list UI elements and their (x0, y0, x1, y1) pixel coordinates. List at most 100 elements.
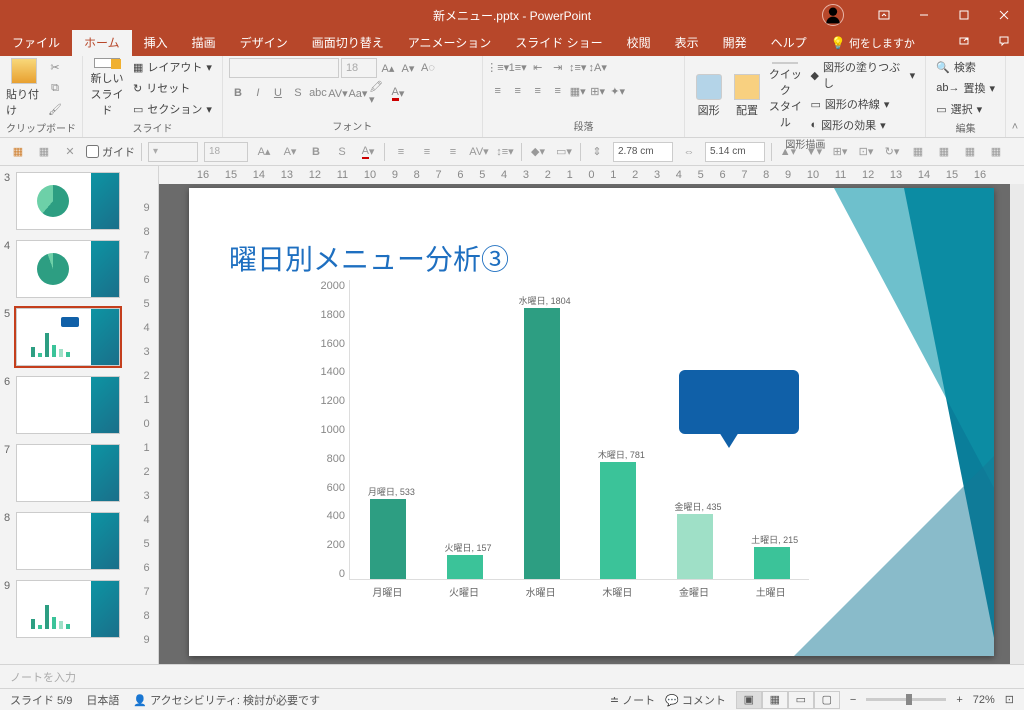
bold-icon[interactable]: B (229, 84, 247, 102)
thumbnail[interactable] (16, 444, 120, 502)
thumbnail[interactable] (16, 240, 120, 298)
tab-view[interactable]: 表示 (663, 29, 711, 56)
qat-align-icon[interactable]: ⊞▾ (830, 142, 850, 162)
shape-height-input[interactable]: 2.78 cm (613, 142, 673, 162)
thumbnail[interactable] (16, 308, 120, 366)
thumbnail-row[interactable]: 8 (4, 512, 121, 570)
slide-thumbnails-pane[interactable]: 3456789 (0, 166, 135, 664)
find-button[interactable]: 🔍 検索 (932, 58, 999, 76)
underline-icon[interactable]: U (269, 84, 287, 102)
tab-transitions[interactable]: 画面切り替え (300, 29, 396, 56)
reset-button[interactable]: ↻ リセット (129, 79, 216, 97)
chart-bar[interactable]: 月曜日, 533 (370, 499, 406, 579)
section-button[interactable]: ▭ セクション ▾ (129, 100, 216, 118)
bullets-icon[interactable]: ⋮≡▾ (489, 58, 507, 76)
align-left-icon[interactable]: ≡ (489, 82, 507, 100)
new-slide-button[interactable]: 新しい スライド (89, 58, 125, 118)
thumbnail[interactable] (16, 172, 120, 230)
replace-button[interactable]: ab→ 置換 ▾ (932, 79, 999, 97)
tab-insert[interactable]: 挿入 (132, 29, 180, 56)
chart-bar[interactable]: 土曜日, 215 (754, 547, 790, 579)
qat-group-icon[interactable]: ⊡▾ (856, 142, 876, 162)
shape-outline-button[interactable]: ▭ 図形の枠線 ▾ (807, 95, 920, 113)
shape-effects-button[interactable]: ◐ 図形の効果 ▾ (807, 116, 920, 134)
slide-canvas[interactable]: 曜日別メニュー分析③ 20001800160014001200100080060… (189, 188, 994, 656)
tab-file[interactable]: ファイル (0, 29, 72, 56)
thumbnail-row[interactable]: 3 (4, 172, 121, 230)
ribbon-display-options-icon[interactable] (864, 0, 904, 30)
callout-shape[interactable] (679, 370, 799, 434)
shapes-button[interactable]: 図形 (691, 66, 725, 126)
chart[interactable]: 2000180016001400120010008006004002000 月曜… (309, 280, 829, 610)
qat-align-left-icon[interactable]: ≡ (391, 142, 411, 162)
clear-format-icon[interactable]: A◌ (419, 59, 437, 77)
qat-send-backward-icon[interactable]: ▼▾ (804, 142, 824, 162)
quick-styles-button[interactable]: クイック スタイル (768, 66, 802, 126)
highlight-icon[interactable]: 🖍▾ (369, 84, 387, 102)
font-color-icon[interactable]: A▾ (389, 84, 407, 102)
thumbnail[interactable] (16, 512, 120, 570)
thumbnail-row[interactable]: 9 (4, 580, 121, 638)
thumbnail[interactable] (16, 376, 120, 434)
align-center-icon[interactable]: ≡ (509, 82, 527, 100)
indent-dec-icon[interactable]: ⇤ (529, 58, 547, 76)
thumbnail-row[interactable]: 7 (4, 444, 121, 502)
layout-button[interactable]: ▦ レイアウト ▾ (129, 58, 216, 76)
maximize-icon[interactable] (944, 0, 984, 30)
slide-title[interactable]: 曜日別メニュー分析③ (229, 238, 509, 278)
line-spacing-icon[interactable]: ↕≡▾ (569, 58, 587, 76)
increase-font-icon[interactable]: A▴ (379, 59, 397, 77)
italic-icon[interactable]: I (249, 84, 267, 102)
qat-btn3[interactable]: ✕ (60, 142, 80, 162)
tab-slideshow[interactable]: スライド ショー (503, 29, 614, 56)
qat-size-select[interactable]: 18 (204, 142, 248, 162)
comments-icon[interactable] (984, 26, 1024, 56)
guide-checkbox[interactable]: ガイド (86, 144, 135, 160)
case-icon[interactable]: Aa▾ (349, 84, 367, 102)
qat-shadow-icon[interactable]: S (332, 142, 352, 162)
qat-extra3-icon[interactable]: ▦ (960, 142, 980, 162)
tab-help[interactable]: ヘルプ (759, 29, 819, 56)
font-family-select[interactable] (229, 58, 339, 78)
qat-outline-icon[interactable]: ▭▾ (554, 142, 574, 162)
chart-bar[interactable]: 水曜日, 1804 (524, 308, 560, 579)
paste-button[interactable]: 貼り付け (6, 58, 42, 118)
thumbnail-row[interactable]: 5 (4, 308, 121, 366)
decrease-font-icon[interactable]: A▾ (399, 59, 417, 77)
notes-pane[interactable]: ノートを入力 (0, 664, 1024, 688)
columns-icon[interactable]: ▦▾ (569, 82, 587, 100)
text-direction-icon[interactable]: ↕A▾ (589, 58, 607, 76)
tab-home[interactable]: ホーム (72, 29, 132, 56)
smartart-icon[interactable]: ✦▾ (609, 82, 627, 100)
font-size-select[interactable]: 18 (341, 58, 377, 78)
tell-me[interactable]: 💡 何をしますか (819, 30, 927, 56)
shape-width-input[interactable]: 5.14 cm (705, 142, 765, 162)
tab-developer[interactable]: 開発 (711, 29, 759, 56)
tab-review[interactable]: 校閲 (615, 29, 663, 56)
qat-selection-pane-icon[interactable]: ▦ (986, 142, 1006, 162)
qat-btn1[interactable]: ▦ (8, 142, 28, 162)
format-painter-icon[interactable]: 🖌 (46, 100, 64, 118)
qat-bring-forward-icon[interactable]: ▲▾ (778, 142, 798, 162)
qat-width-icon[interactable]: ⇔ (679, 142, 699, 162)
copy-icon[interactable]: ⧉ (46, 79, 64, 97)
align-right-icon[interactable]: ≡ (529, 82, 547, 100)
qat-grow-font-icon[interactable]: A▴ (254, 142, 274, 162)
cut-icon[interactable]: ✂ (46, 58, 64, 76)
qat-align-center-icon[interactable]: ≡ (417, 142, 437, 162)
shape-fill-button[interactable]: ◆ 図形の塗りつぶし ▾ (807, 58, 920, 92)
chart-bar[interactable]: 金曜日, 435 (677, 514, 713, 579)
justify-icon[interactable]: ≡ (549, 82, 567, 100)
numbering-icon[interactable]: 1≡▾ (509, 58, 527, 76)
arrange-button[interactable]: 配置 (730, 66, 764, 126)
qat-align-right-icon[interactable]: ≡ (443, 142, 463, 162)
user-account-icon[interactable] (822, 4, 844, 26)
thumbnail[interactable] (16, 580, 120, 638)
qat-rotate-icon[interactable]: ↻▾ (882, 142, 902, 162)
qat-extra1-icon[interactable]: ▦ (908, 142, 928, 162)
close-icon[interactable] (984, 0, 1024, 30)
chart-bar[interactable]: 火曜日, 157 (447, 555, 483, 579)
qat-shrink-font-icon[interactable]: A▾ (280, 142, 300, 162)
indent-inc-icon[interactable]: ⇥ (549, 58, 567, 76)
spacing-icon[interactable]: AV▾ (329, 84, 347, 102)
